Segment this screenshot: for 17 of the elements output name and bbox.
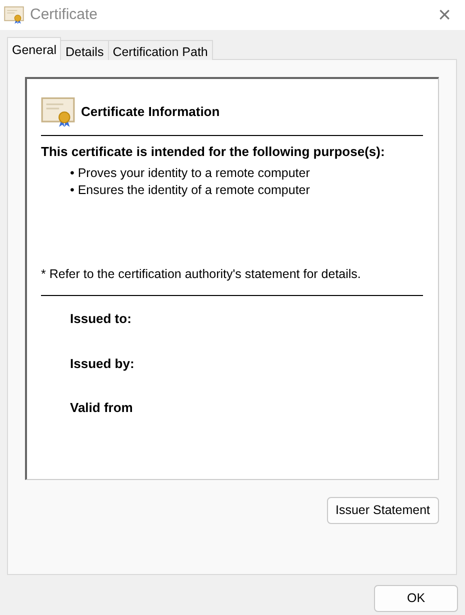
certificate-icon — [4, 6, 24, 24]
purpose-item: • Proves your identity to a remote computer — [70, 164, 311, 182]
section-heading: Certificate Information — [81, 103, 220, 122]
field-label: Valid from — [70, 399, 134, 418]
field-label: Issued to: — [70, 310, 132, 328]
tab[interactable]: Details — [60, 40, 109, 60]
field-label: Issued by: — [70, 354, 136, 373]
window-title: Certificate — [30, 4, 99, 25]
tab[interactable]: Certification Path — [108, 40, 213, 60]
note-text: * Refer to the certification authority's statement for details. — [41, 266, 362, 283]
purpose-heading: This certificate is intended for the following purpose(s): — [41, 143, 386, 161]
issuer-statement-button[interactable]: Issuer Statement — [326, 497, 439, 524]
tab[interactable]: General — [7, 37, 62, 60]
purpose-item: • Ensures the identity of a remote computer — [70, 182, 311, 198]
close-button[interactable]: × — [430, 4, 459, 26]
certificate-icon — [41, 97, 75, 127]
ok-button[interactable]: OK — [374, 585, 458, 612]
